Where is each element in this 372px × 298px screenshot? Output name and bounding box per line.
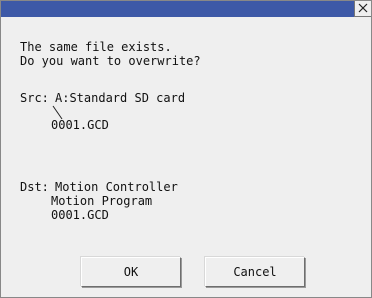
- destination-folder: Motion Program: [51, 194, 153, 208]
- ok-button[interactable]: OK: [81, 257, 181, 287]
- title-bar: [1, 1, 354, 17]
- source-device: A:Standard SD card: [55, 91, 186, 105]
- close-icon: [358, 3, 368, 13]
- destination-label: Dst:: [20, 180, 49, 194]
- destination-device: Motion Controller: [55, 180, 178, 194]
- close-button[interactable]: [354, 1, 371, 17]
- message-line-1: The same file exists.: [20, 40, 172, 54]
- destination-file: 0001.GCD: [51, 208, 109, 222]
- overwrite-dialog: The same file exists. Do you want to ove…: [0, 0, 372, 298]
- source-file: 0001.GCD: [51, 118, 109, 132]
- source-label: Src:: [20, 91, 49, 105]
- message-line-2: Do you want to overwrite?: [20, 54, 201, 68]
- cancel-button[interactable]: Cancel: [205, 257, 305, 287]
